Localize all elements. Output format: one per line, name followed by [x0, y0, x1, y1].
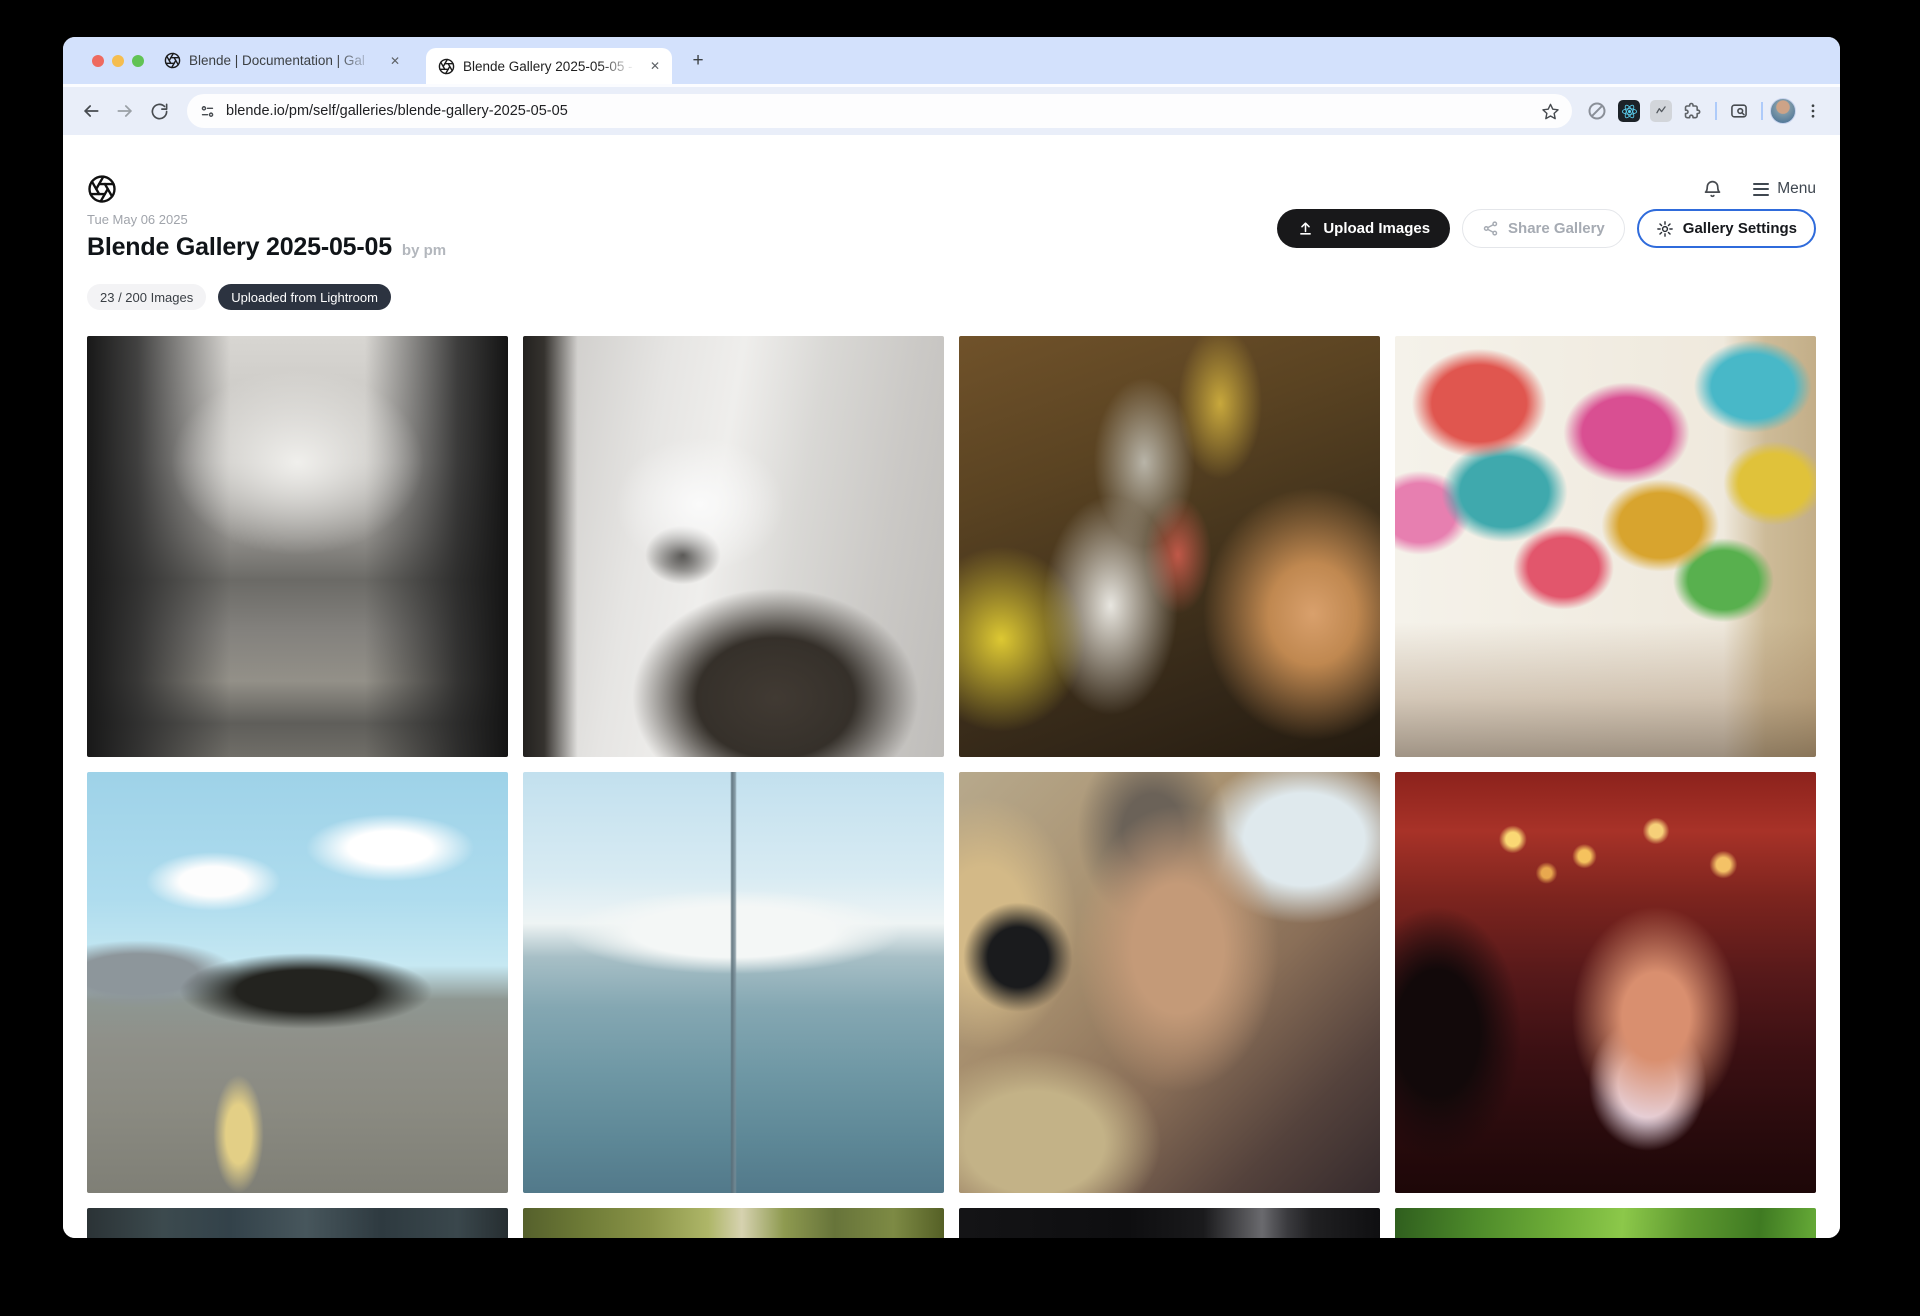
forward-button[interactable] [109, 95, 141, 127]
bookmark-star-icon[interactable] [1541, 102, 1560, 121]
block-circle-icon [1587, 101, 1607, 121]
gallery-photo-bar-nightlife[interactable] [1395, 772, 1816, 1193]
address-bar[interactable]: blende.io/pm/self/galleries/blende-galle… [187, 94, 1572, 128]
upload-images-button[interactable]: Upload Images [1277, 209, 1450, 248]
new-tab-button[interactable]: + [684, 47, 712, 75]
tab-title: Blende Gallery 2025-05-05 - [463, 59, 638, 74]
upload-images-label: Upload Images [1323, 220, 1430, 237]
minimize-window-button[interactable] [112, 55, 124, 67]
url-text[interactable]: blende.io/pm/self/galleries/blende-galle… [226, 103, 1531, 119]
image-count-badge: 23 / 200 Images [87, 284, 206, 310]
blocker-extension-icon[interactable] [1582, 96, 1612, 126]
gallery-photo-forest-trees[interactable] [523, 1208, 944, 1238]
blende-aperture-favicon [438, 58, 455, 75]
gallery-photo-helicopter-helipad[interactable] [87, 772, 508, 1193]
site-settings-icon[interactable] [199, 103, 216, 120]
menu-button[interactable]: Menu [1753, 180, 1816, 198]
gallery-byline: by pm [402, 242, 446, 259]
tab-title: Blende | Documentation | Gal [189, 53, 378, 68]
gallery-photo-bright-green-leaves[interactable] [1395, 1208, 1816, 1238]
gallery-actions: Upload Images Share Gallery Gallery Sett… [1277, 209, 1816, 248]
toolbar-separator [1715, 102, 1717, 120]
gallery-photo-dark-interior[interactable] [959, 1208, 1380, 1238]
extensions-menu-button[interactable] [1678, 96, 1708, 126]
profile-avatar[interactable] [1770, 98, 1796, 124]
close-tab-icon[interactable]: ✕ [386, 52, 404, 70]
tab-gallery-active[interactable]: Blende Gallery 2025-05-05 - ✕ [426, 48, 672, 84]
gallery-photo-couple-portrait[interactable] [959, 772, 1380, 1193]
gallery-photo-bw-reading-in-bed[interactable] [523, 336, 944, 757]
gallery-photo-aerial-city-skyline[interactable] [523, 772, 944, 1193]
gray-extension-icon[interactable] [1646, 96, 1676, 126]
macos-window-controls [92, 55, 144, 67]
upload-icon [1297, 220, 1314, 237]
react-devtools-extension-icon[interactable] [1614, 96, 1644, 126]
gallery-settings-label: Gallery Settings [1683, 220, 1797, 237]
share-icon [1482, 220, 1499, 237]
back-button[interactable] [75, 95, 107, 127]
reload-icon [150, 102, 169, 121]
puzzle-piece-icon [1683, 101, 1703, 121]
toolbar-separator [1761, 102, 1763, 120]
browser-toolbar: blende.io/pm/self/galleries/blende-galle… [63, 84, 1840, 135]
tab-search-button[interactable] [1724, 96, 1754, 126]
stamp-icon [1650, 100, 1672, 122]
gallery-page: Menu Tue May 06 2025 Blende Gallery 2025… [63, 135, 1840, 1238]
gallery-photo-hanging-umbrellas[interactable] [1395, 336, 1816, 757]
menu-label: Menu [1777, 180, 1816, 198]
tab-documentation[interactable]: Blende | Documentation | Gal ✕ [158, 52, 410, 70]
page-title: Blende Gallery 2025-05-05 [87, 233, 392, 262]
kebab-menu-icon [1804, 102, 1822, 120]
blende-logo-aperture-icon[interactable] [87, 174, 117, 204]
window-search-icon [1729, 101, 1749, 121]
tab-strip: Blende | Documentation | Gal ✕ Blende Ga… [63, 37, 1840, 84]
blende-aperture-favicon [164, 52, 181, 69]
close-tab-icon[interactable]: ✕ [646, 57, 664, 75]
close-window-button[interactable] [92, 55, 104, 67]
gallery-photo-making-drinks-sink[interactable] [959, 336, 1380, 757]
gallery-photo-bw-street-new-york[interactable] [87, 336, 508, 757]
badge-row: 23 / 200 Images Uploaded from Lightroom [87, 284, 1816, 310]
hamburger-icon [1753, 183, 1769, 196]
forward-arrow-icon [115, 101, 135, 121]
gallery-photo-teal-building-windows[interactable] [87, 1208, 508, 1238]
share-gallery-button[interactable]: Share Gallery [1462, 209, 1625, 248]
notification-bell-icon[interactable] [1702, 179, 1723, 200]
back-arrow-icon [81, 101, 101, 121]
gear-icon [1656, 220, 1674, 238]
site-header: Menu [87, 135, 1816, 204]
upload-source-badge: Uploaded from Lightroom [218, 284, 391, 310]
react-atom-icon [1618, 100, 1640, 122]
browser-window: Blende | Documentation | Gal ✕ Blende Ga… [63, 37, 1840, 1238]
reload-button[interactable] [143, 95, 175, 127]
zoom-window-button[interactable] [132, 55, 144, 67]
chrome-menu-button[interactable] [1798, 96, 1828, 126]
share-gallery-label: Share Gallery [1508, 220, 1605, 237]
gallery-settings-button[interactable]: Gallery Settings [1637, 209, 1816, 248]
photo-grid [87, 336, 1816, 1238]
